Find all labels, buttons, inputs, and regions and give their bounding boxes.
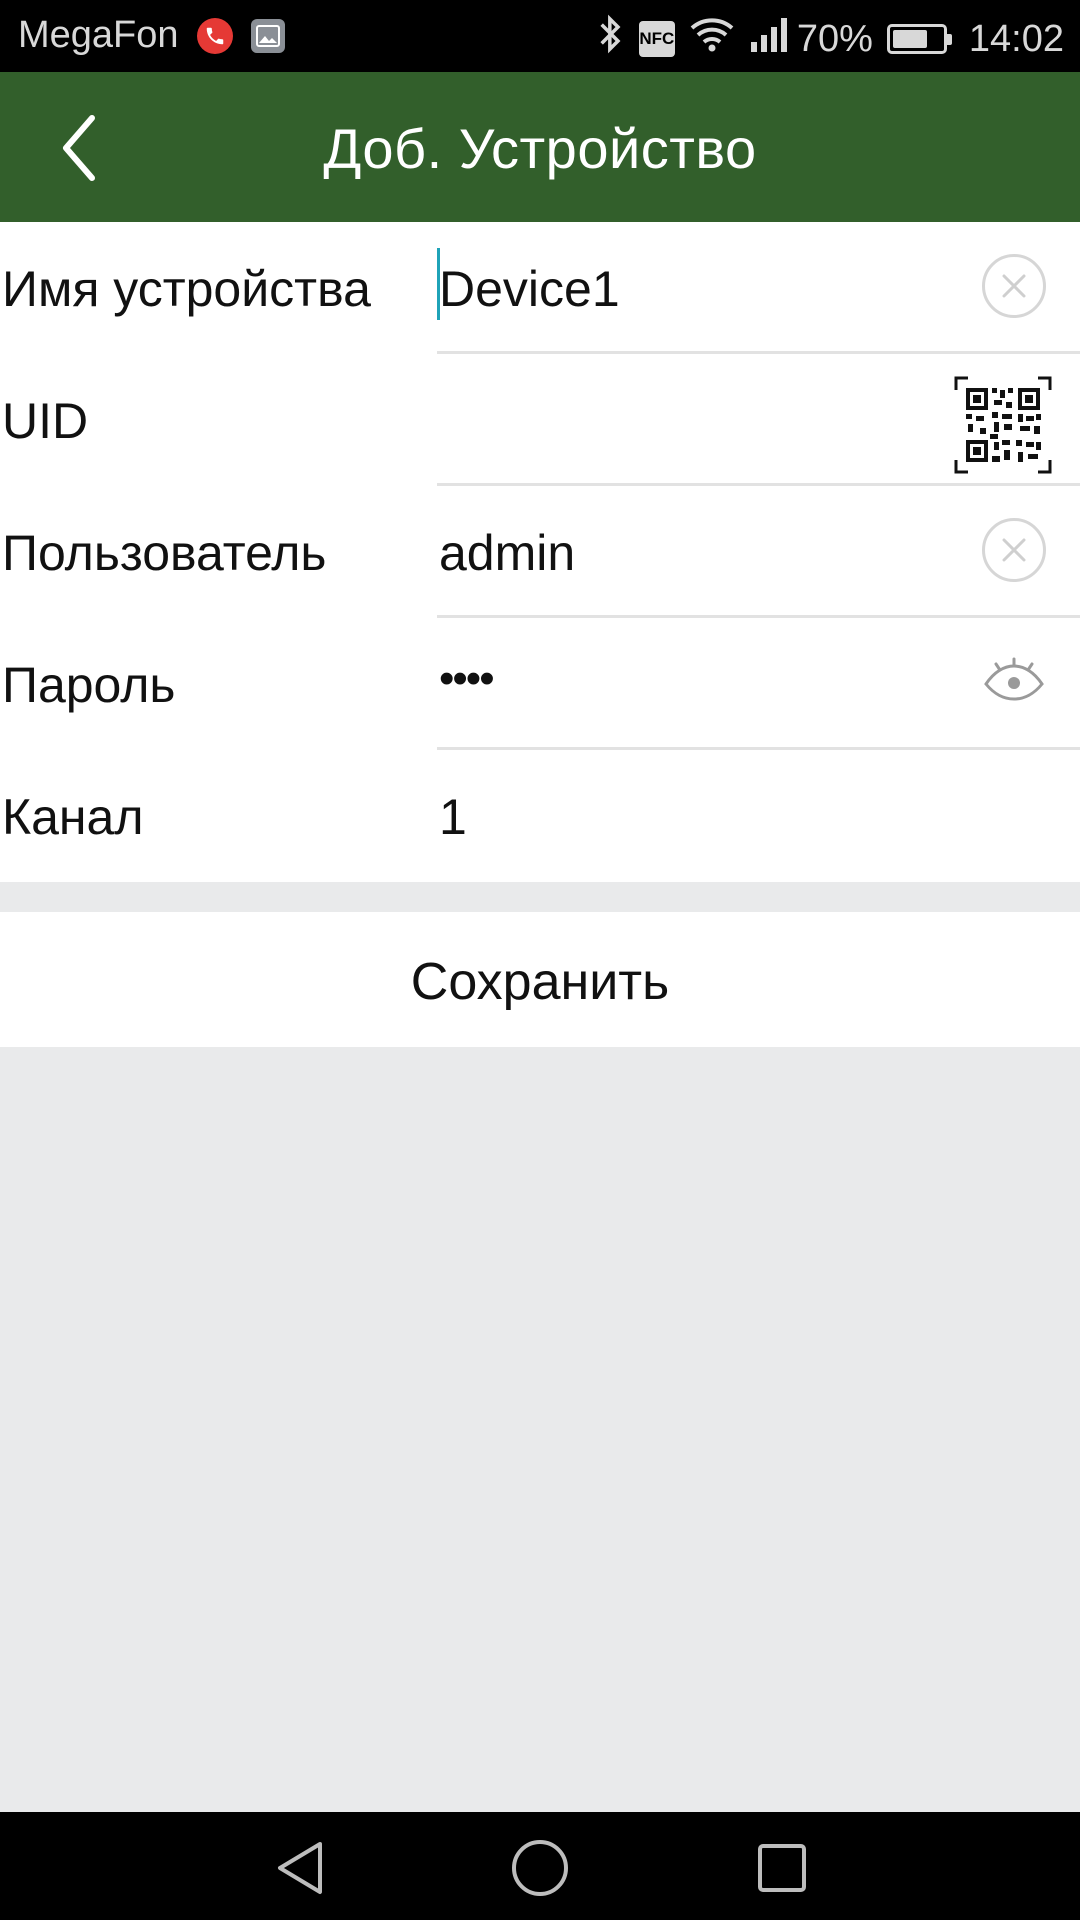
nfc-icon: NFC (638, 21, 675, 57)
device-name-label: Имя устройства (2, 261, 371, 317)
qr-code-icon (954, 376, 1052, 474)
battery-fill (892, 30, 927, 48)
qr-scan-button[interactable] (954, 376, 1052, 474)
gallery-icon (250, 18, 285, 53)
navigation-bar (0, 1812, 1080, 1920)
back-triangle-icon (278, 1842, 322, 1894)
app-bar: Доб. Устройство (0, 72, 1080, 222)
status-bar: MegaFon NFC 70% 14:02 (0, 0, 1080, 72)
wifi-icon (689, 16, 735, 62)
channel-label: Канал (2, 789, 144, 845)
channel-input[interactable]: 1 (439, 788, 467, 846)
signal-icon (749, 16, 791, 62)
battery-percent: 70% (796, 17, 873, 60)
call-icon (196, 17, 233, 54)
bluetooth-icon (597, 14, 625, 64)
password-input[interactable]: •••• (439, 654, 495, 704)
save-button[interactable]: Сохранить (0, 912, 1080, 1047)
carrier-name: MegaFon (18, 14, 179, 56)
page-title: Доб. Устройство (323, 117, 757, 180)
status-bar-right: NFC 70% 14:02 (583, 14, 1064, 64)
device-name-row: Имя устройства Device1 (0, 222, 1080, 354)
user-row: Пользователь admin (0, 486, 1080, 618)
device-name-input[interactable]: Device1 (439, 260, 620, 318)
uid-row: UID (0, 354, 1080, 486)
uid-input[interactable] (439, 392, 839, 452)
recents-square-icon (758, 1844, 806, 1892)
user-label: Пользователь (2, 525, 327, 581)
clear-user-button[interactable] (982, 518, 1046, 582)
user-input[interactable]: admin (439, 524, 575, 582)
home-circle-icon (512, 1840, 568, 1896)
clock-time: 14:02 (968, 17, 1064, 60)
password-row: Пароль •••• (0, 618, 1080, 750)
show-password-button[interactable] (982, 650, 1046, 714)
eye-icon (984, 657, 1044, 701)
save-button-label: Сохранить (410, 953, 670, 1011)
nav-home-button[interactable] (510, 1838, 570, 1898)
battery-icon (886, 24, 952, 54)
clear-icon (1002, 538, 1026, 562)
uid-label: UID (2, 393, 89, 449)
password-label: Пароль (2, 657, 176, 713)
add-device-form: Имя устройства Device1 UID Пользователь … (0, 222, 1080, 882)
nav-recents-button[interactable] (752, 1838, 812, 1898)
clear-icon (1002, 274, 1026, 298)
status-bar-left: MegaFon (18, 14, 285, 57)
channel-row: Канал 1 (0, 750, 1080, 882)
nav-back-button[interactable] (270, 1838, 330, 1898)
clear-device-name-button[interactable] (982, 254, 1046, 318)
